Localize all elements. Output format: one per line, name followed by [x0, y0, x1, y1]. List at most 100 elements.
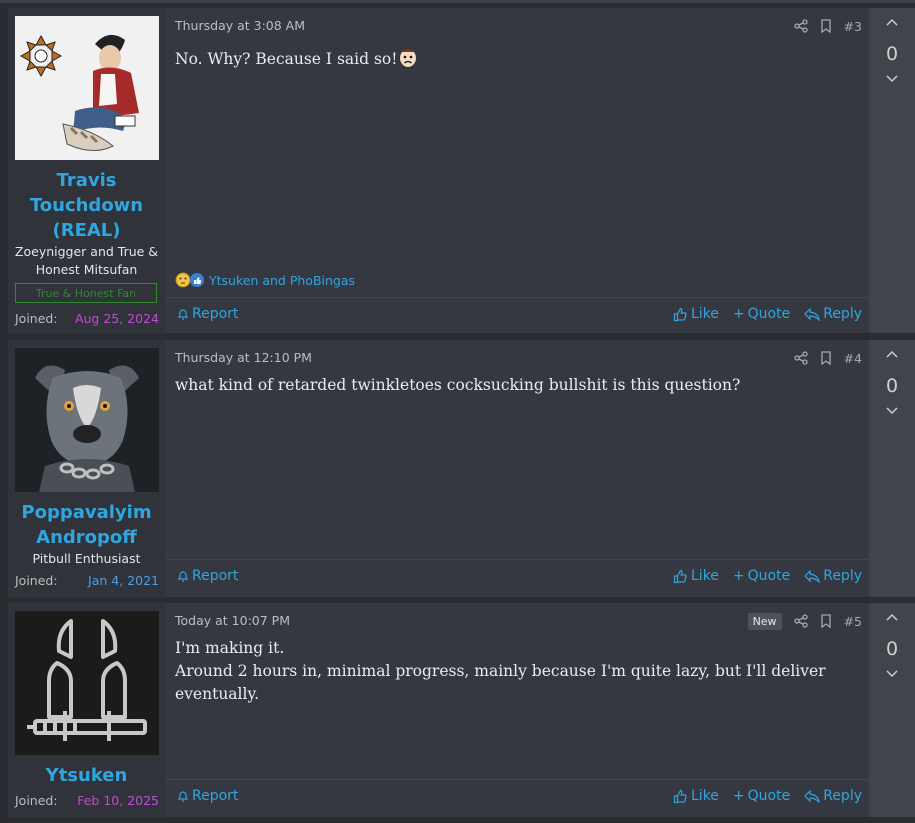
reactions-bar[interactable]: Ytsuken and PhoBingas: [175, 272, 355, 288]
user-panel: Travis Touchdown (REAL) Zoeynigger and T…: [8, 8, 165, 333]
joined-date: Feb 10, 2025: [77, 793, 159, 808]
like-button[interactable]: Like: [673, 788, 719, 804]
post-actions: Like + Quote Reply: [673, 568, 862, 584]
post-footer: Report Like + Quote Reply: [167, 779, 868, 816]
report-button[interactable]: Report: [177, 306, 238, 322]
like-label: Like: [691, 788, 719, 804]
user-panel: Poppavalyim Andropoff Pitbull Enthusiast…: [8, 340, 165, 597]
joined-label: Joined:: [15, 573, 58, 588]
joined-label: Joined:: [15, 793, 58, 808]
post-actions: Like + Quote Reply: [673, 788, 862, 804]
vote-panel: 0: [869, 340, 915, 597]
share-icon[interactable]: [793, 614, 808, 628]
vote-score: 0: [885, 375, 899, 397]
bookmark-icon[interactable]: [820, 19, 832, 33]
upvote-button[interactable]: [869, 613, 915, 621]
like-label: Like: [691, 306, 719, 322]
bookmark-icon[interactable]: [820, 351, 832, 365]
user-title: Zoeynigger and True & Honest Mitsufan: [14, 244, 159, 277]
quote-label: Quote: [747, 788, 791, 804]
post-date[interactable]: Thursday at 3:08 AM: [175, 18, 305, 33]
plus-icon: +: [732, 306, 745, 322]
new-badge: New: [747, 612, 782, 630]
reply-button[interactable]: Reply: [804, 568, 862, 584]
joined-date: Aug 25, 2024: [74, 311, 159, 326]
reply-label: Reply: [823, 788, 862, 804]
share-icon[interactable]: [793, 19, 808, 33]
post-date[interactable]: Thursday at 12:10 PM: [175, 350, 312, 365]
vote-panel: 0: [869, 8, 915, 333]
post-date[interactable]: Today at 10:07 PM: [175, 613, 290, 628]
post-header-actions: New #5: [747, 612, 862, 630]
message-line: what kind of retarded twinkletoes cocksu…: [175, 376, 741, 394]
plus-icon: +: [732, 788, 745, 804]
message-line: Around 2 hours in, minimal progress, mai…: [175, 662, 826, 703]
thumbs-up-icon: [673, 569, 687, 583]
message-content: I'm making it. Around 2 hours in, minima…: [175, 637, 855, 706]
quote-button[interactable]: + Quote: [733, 568, 790, 584]
sad-face-icon: [398, 46, 418, 68]
vote-panel: 0: [869, 603, 915, 817]
report-label: Report: [192, 788, 239, 804]
reply-icon: [804, 569, 820, 583]
message-line: No. Why? Because I said so!: [175, 50, 398, 68]
quote-button[interactable]: + Quote: [733, 306, 790, 322]
bell-icon: [177, 790, 189, 802]
reply-button[interactable]: Reply: [804, 306, 862, 322]
downvote-button[interactable]: [869, 670, 915, 678]
downvote-button[interactable]: [869, 75, 915, 83]
post-body: Today at 10:07 PM New #5 I'm making it. …: [167, 603, 868, 817]
bookmark-icon[interactable]: [820, 614, 832, 628]
bell-icon: [177, 570, 189, 582]
username[interactable]: Ytsuken: [8, 763, 165, 788]
reply-button[interactable]: Reply: [804, 788, 862, 804]
quote-label: Quote: [747, 568, 791, 584]
share-icon[interactable]: [793, 351, 808, 365]
post-body: Thursday at 3:08 AM #3 No. Why? Because …: [167, 8, 868, 333]
report-label: Report: [192, 568, 239, 584]
reply-label: Reply: [823, 306, 862, 322]
user-banner: True & Honest Fan: [15, 283, 157, 303]
post-header-actions: #4: [793, 349, 862, 367]
thumbs-up-icon: [673, 789, 687, 803]
username[interactable]: Travis Touchdown (REAL): [8, 168, 165, 243]
message-line: I'm making it.: [175, 639, 285, 657]
reaction-users[interactable]: Ytsuken and PhoBingas: [209, 273, 355, 288]
quote-button[interactable]: + Quote: [733, 788, 790, 804]
vote-score: 0: [885, 43, 899, 65]
quote-label: Quote: [747, 306, 791, 322]
user-panel: Ytsuken Joined: Feb 10, 2025: [8, 603, 165, 817]
vote-score: 0: [885, 638, 899, 660]
like-button[interactable]: Like: [673, 306, 719, 322]
report-label: Report: [192, 306, 239, 322]
post-number[interactable]: #4: [844, 351, 862, 366]
joined-date: Jan 4, 2021: [88, 573, 159, 588]
post-header-actions: #3: [793, 17, 862, 35]
upvote-button[interactable]: [869, 350, 915, 358]
like-reaction-icon: [189, 272, 205, 288]
post-number[interactable]: #5: [844, 614, 862, 629]
post-actions: Like + Quote Reply: [673, 306, 862, 322]
message-content: what kind of retarded twinkletoes cocksu…: [175, 374, 855, 397]
avatar[interactable]: [15, 16, 159, 160]
post-body: Thursday at 12:10 PM #4 what kind of ret…: [167, 340, 868, 597]
avatar[interactable]: [15, 611, 159, 755]
username[interactable]: Poppavalyim Andropoff: [8, 500, 165, 550]
report-button[interactable]: Report: [177, 568, 238, 584]
post-number[interactable]: #3: [844, 19, 862, 34]
like-button[interactable]: Like: [673, 568, 719, 584]
post-footer: Report Like + Quote Reply: [167, 297, 868, 333]
upvote-button[interactable]: [869, 18, 915, 26]
post-5: Ytsuken Joined: Feb 10, 2025 Today at 10…: [8, 603, 915, 817]
post-footer: Report Like + Quote Reply: [167, 559, 868, 596]
reply-label: Reply: [823, 568, 862, 584]
thumbs-up-icon: [673, 307, 687, 321]
avatar[interactable]: [15, 348, 159, 492]
report-button[interactable]: Report: [177, 788, 238, 804]
like-label: Like: [691, 568, 719, 584]
downvote-button[interactable]: [869, 407, 915, 415]
bell-icon: [177, 308, 189, 320]
post-3: Travis Touchdown (REAL) Zoeynigger and T…: [8, 8, 915, 333]
joined-label: Joined:: [15, 311, 58, 326]
reply-icon: [804, 307, 820, 321]
